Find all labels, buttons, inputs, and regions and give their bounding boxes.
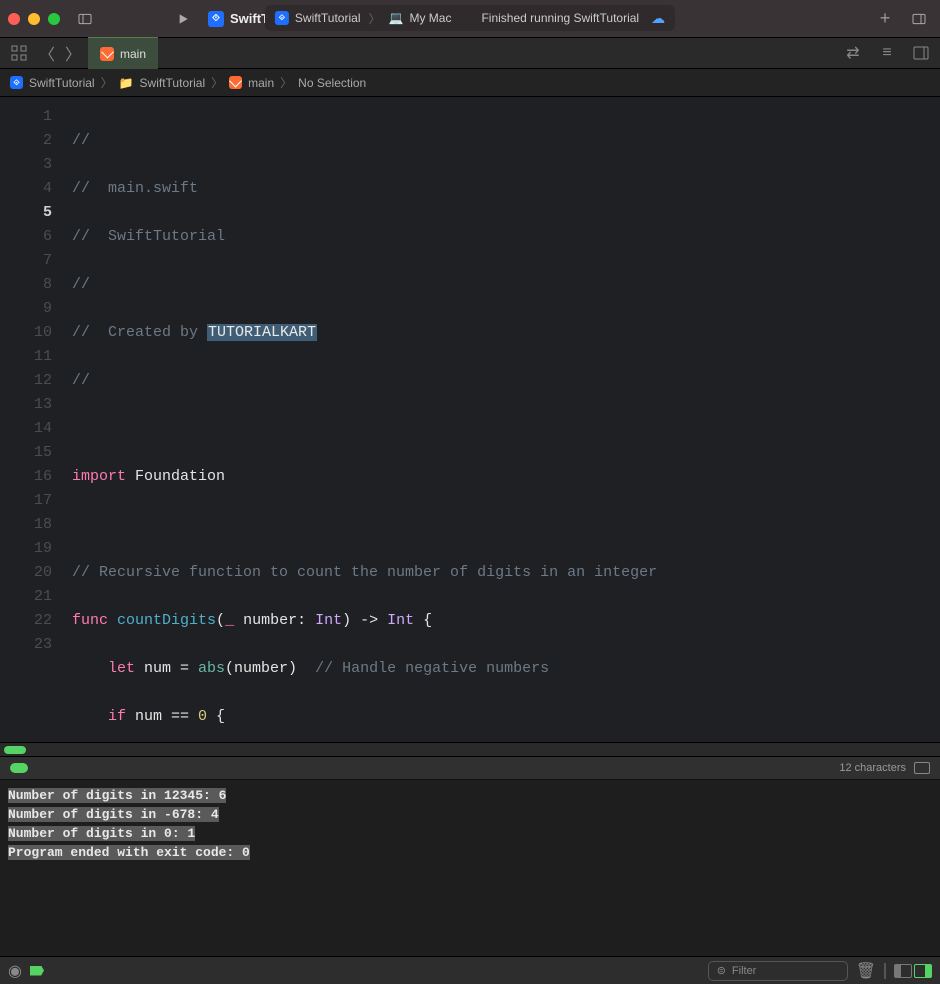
scheme-label: SwiftTutorial bbox=[295, 11, 361, 25]
line-number[interactable]: 6 bbox=[0, 225, 52, 249]
line-number[interactable]: 14 bbox=[0, 417, 52, 441]
crumb-2[interactable]: SwiftTutorial bbox=[140, 76, 206, 90]
line-number[interactable]: 16 bbox=[0, 465, 52, 489]
line-number[interactable]: 1 bbox=[0, 105, 52, 129]
line-number[interactable]: 4 bbox=[0, 177, 52, 201]
line-number[interactable]: 7 bbox=[0, 249, 52, 273]
line-number[interactable]: 18 bbox=[0, 513, 52, 537]
destination-label: My Mac bbox=[409, 11, 451, 25]
panel-toggle-icon[interactable] bbox=[914, 762, 930, 774]
filter-placeholder: Filter bbox=[732, 965, 756, 977]
line-number[interactable]: 13 bbox=[0, 393, 52, 417]
console-line: Number of digits in 12345: 6 bbox=[8, 788, 226, 803]
crumb-3[interactable]: main bbox=[248, 76, 274, 90]
line-number[interactable]: 10 bbox=[0, 321, 52, 345]
toggle-left-panel-button[interactable] bbox=[72, 6, 98, 32]
code-area[interactable]: // // main.swift // SwiftTutorial // // … bbox=[62, 97, 711, 742]
line-number[interactable]: 9 bbox=[0, 297, 52, 321]
console-line: Program ended with exit code: 0 bbox=[8, 845, 250, 860]
line-number-gutter: 1234567891011121314151617181920212223 bbox=[0, 97, 62, 742]
swift-file-icon bbox=[100, 47, 114, 61]
line-number[interactable]: 12 bbox=[0, 369, 52, 393]
right-pane-button[interactable] bbox=[914, 964, 932, 978]
line-number[interactable]: 21 bbox=[0, 585, 52, 609]
swap-icon[interactable]: ⇄ bbox=[840, 40, 866, 66]
minimize-window-button[interactable] bbox=[28, 13, 40, 25]
lines-icon[interactable]: ≡ bbox=[874, 40, 900, 66]
chevron-right-icon: 〉 bbox=[368, 10, 380, 27]
console-line: Number of digits in 0: 1 bbox=[8, 826, 195, 841]
chevron-right-icon: 〉 bbox=[280, 74, 292, 91]
add-editor-button[interactable]: + bbox=[872, 6, 898, 32]
console-line: Number of digits in -678: 4 bbox=[8, 807, 219, 822]
status-text: Finished running SwiftTutorial bbox=[481, 11, 639, 25]
folder-icon: 📁 bbox=[119, 76, 134, 90]
line-number[interactable]: 23 bbox=[0, 633, 52, 657]
code-editor[interactable]: 1234567891011121314151617181920212223 //… bbox=[0, 97, 940, 742]
execution-indicator[interactable] bbox=[10, 763, 28, 773]
window-controls bbox=[8, 13, 60, 25]
related-items-button[interactable] bbox=[6, 40, 32, 66]
filter-input[interactable]: ⊜ Filter bbox=[708, 961, 848, 981]
toggle-right-panel-button[interactable] bbox=[906, 6, 932, 32]
left-pane-button[interactable] bbox=[894, 964, 912, 978]
line-number[interactable]: 20 bbox=[0, 561, 52, 585]
line-number[interactable]: 8 bbox=[0, 273, 52, 297]
activity-status[interactable]: ⟐ SwiftTutorial 〉 💻 My Mac Finished runn… bbox=[265, 5, 675, 31]
scroll-thumb[interactable] bbox=[4, 746, 26, 754]
chevron-right-icon: 〉 bbox=[101, 74, 113, 91]
line-number[interactable]: 11 bbox=[0, 345, 52, 369]
laptop-icon: 💻 bbox=[389, 11, 404, 25]
line-number[interactable]: 17 bbox=[0, 489, 52, 513]
run-button[interactable] bbox=[170, 6, 196, 32]
titlebar: ⟐ SwiftTutorial ⟐ SwiftTutorial 〉 💻 My M… bbox=[0, 0, 940, 37]
line-number[interactable]: 15 bbox=[0, 441, 52, 465]
vertical-scrollbar[interactable] bbox=[926, 105, 938, 725]
forward-button[interactable]: 〉 bbox=[60, 40, 86, 66]
eye-icon[interactable]: ◉ bbox=[8, 961, 22, 981]
crumb-1[interactable]: SwiftTutorial bbox=[29, 76, 95, 90]
crumb-4[interactable]: No Selection bbox=[298, 76, 366, 90]
line-number[interactable]: 22 bbox=[0, 609, 52, 633]
highlighted-author: TUTORIALKART bbox=[207, 324, 317, 341]
console-output[interactable]: Number of digits in 12345: 6 Number of d… bbox=[0, 780, 940, 956]
trash-icon[interactable]: 🗑 bbox=[856, 961, 876, 981]
tab-label: main bbox=[120, 47, 146, 61]
scheme-icon: ⟐ bbox=[275, 11, 289, 25]
line-number[interactable]: 3 bbox=[0, 153, 52, 177]
close-window-button[interactable] bbox=[8, 13, 20, 25]
breakpoint-icon[interactable] bbox=[30, 966, 44, 976]
breadcrumb[interactable]: ⟐ SwiftTutorial 〉 📁 SwiftTutorial 〉 main… bbox=[0, 69, 940, 97]
line-number[interactable]: 19 bbox=[0, 537, 52, 561]
chevron-right-icon: 〉 bbox=[211, 74, 223, 91]
app-icon: ⟐ bbox=[208, 11, 224, 27]
project-icon: ⟐ bbox=[10, 76, 23, 89]
editor-tab-bar: 〈 〉 main ⇄ ≡ bbox=[0, 37, 940, 69]
cloud-icon: ☁︎ bbox=[651, 10, 665, 27]
filter-icon: ⊜ bbox=[717, 964, 726, 977]
console-pane-toggle[interactable] bbox=[894, 964, 932, 978]
line-number[interactable]: 5 bbox=[0, 201, 52, 225]
zoom-window-button[interactable] bbox=[48, 13, 60, 25]
horizontal-scrollbar[interactable] bbox=[0, 742, 940, 756]
debug-bar: ◉ ⊜ Filter 🗑 bbox=[0, 956, 940, 984]
line-number[interactable]: 2 bbox=[0, 129, 52, 153]
swift-file-icon bbox=[229, 76, 242, 89]
console-toolbar: 12 characters bbox=[0, 756, 940, 780]
tab-main[interactable]: main bbox=[88, 37, 158, 69]
back-button[interactable]: 〈 bbox=[34, 40, 60, 66]
divider bbox=[884, 963, 886, 979]
selection-info: 12 characters bbox=[839, 762, 906, 774]
add-pane-icon[interactable] bbox=[908, 40, 934, 66]
